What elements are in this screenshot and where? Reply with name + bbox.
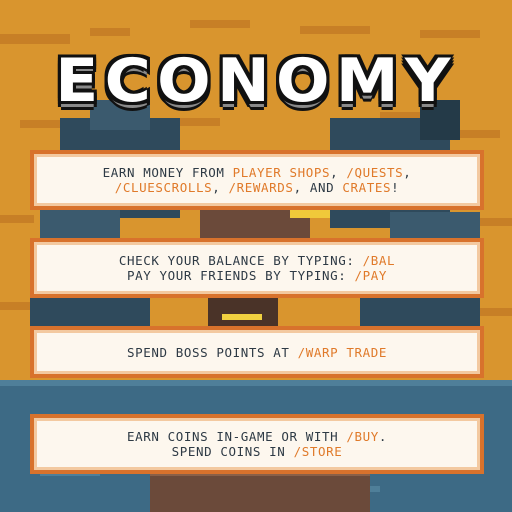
panel-text: SPEND BOSS POINTS AT [126,344,298,360]
panel-text: EARN MONEY FROM [102,165,233,180]
command-highlight: /PAY [354,268,388,283]
economy-info-card: ECONOMY EARN MONEY FROM PLAYER SHOPS, /Q… [0,0,512,512]
panel-text-line: CHECK YOUR BALANCE BY TYPING: /BAL [119,253,395,268]
panel-text: , AND [293,180,343,195]
command-highlight: /BUY [346,429,379,444]
command-highlight: /BAL [362,253,396,268]
panel-text: SPEND COINS IN [171,444,294,459]
panel-text-line: SPEND BOSS POINTS AT /WARP TRADE [127,345,387,360]
command-highlight: PLAYER SHOPS [232,165,331,180]
command-highlight: /WARP TRADE [297,344,388,360]
info-panel-earn-money: EARN MONEY FROM PLAYER SHOPS, /QUESTS,/C… [30,150,484,210]
panel-text: , [403,165,412,180]
panel-text: . [378,429,388,444]
panel-text: ! [391,180,400,195]
panel-text: EARN COINS IN-GAME OR WITH [126,429,347,444]
panel-text: PAY YOUR FRIENDS BY TYPING: [126,268,355,283]
panel-text-line: PAY YOUR FRIENDS BY TYPING: /PAY [127,268,387,283]
panel-text-line: SPEND COINS IN /STORE [172,444,343,459]
info-panel-balance: CHECK YOUR BALANCE BY TYPING: /BAL PAY YO… [30,238,484,298]
panel-text: , [212,180,229,195]
panel-text-line: EARN MONEY FROM PLAYER SHOPS, /QUESTS, [103,165,412,180]
info-panel-boss-points: SPEND BOSS POINTS AT /WARP TRADE [30,326,484,378]
command-highlight: /CLUESCROLLS [114,180,213,195]
dock [150,470,370,512]
command-highlight: CRATES [342,180,392,195]
command-highlight: /STORE [293,444,343,459]
info-panel-coins: EARN COINS IN-GAME OR WITH /BUY. SPEND CO… [30,414,484,474]
panel-text: , [330,165,347,180]
page-title: ECONOMY [55,46,457,116]
panel-text-line: EARN COINS IN-GAME OR WITH /BUY. [127,429,387,444]
command-highlight: /REWARDS [228,180,294,195]
treasure-chest [208,296,278,326]
panel-text: CHECK YOUR BALANCE BY TYPING: [118,253,363,268]
panel-text-line: /CLUESCROLLS, /REWARDS, AND CRATES! [115,180,399,195]
command-highlight: /QUESTS [346,165,404,180]
